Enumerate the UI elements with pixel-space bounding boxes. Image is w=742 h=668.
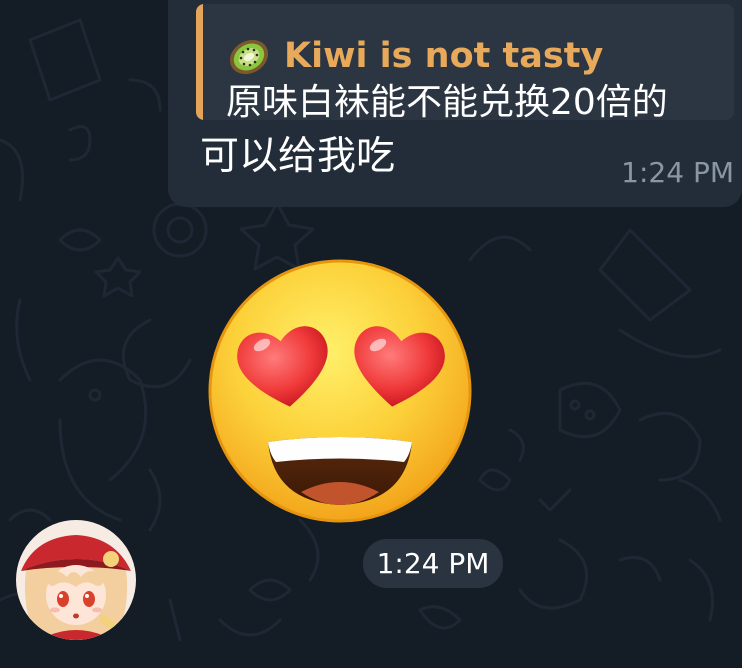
avatar[interactable] bbox=[15, 519, 137, 641]
message-timestamp: 1:24 PM bbox=[621, 156, 734, 189]
reply-accent-bar bbox=[196, 4, 203, 120]
reply-text: 原味白袜能不能兑换20倍的 bbox=[226, 82, 668, 120]
reply-author: Kiwi is not tasty bbox=[284, 36, 604, 76]
heart-eyes-emoji[interactable] bbox=[206, 257, 474, 525]
reply-quote[interactable]: Kiwi is not tasty 原味白袜能不能兑换20倍的 bbox=[196, 4, 734, 120]
message-text: 可以给我吃 bbox=[200, 134, 396, 179]
sticker-timestamp: 1:24 PM bbox=[363, 539, 503, 588]
message-bubble[interactable]: Kiwi is not tasty 原味白袜能不能兑换20倍的 可以给我吃 1:… bbox=[168, 0, 742, 207]
kiwi-icon bbox=[229, 39, 269, 75]
